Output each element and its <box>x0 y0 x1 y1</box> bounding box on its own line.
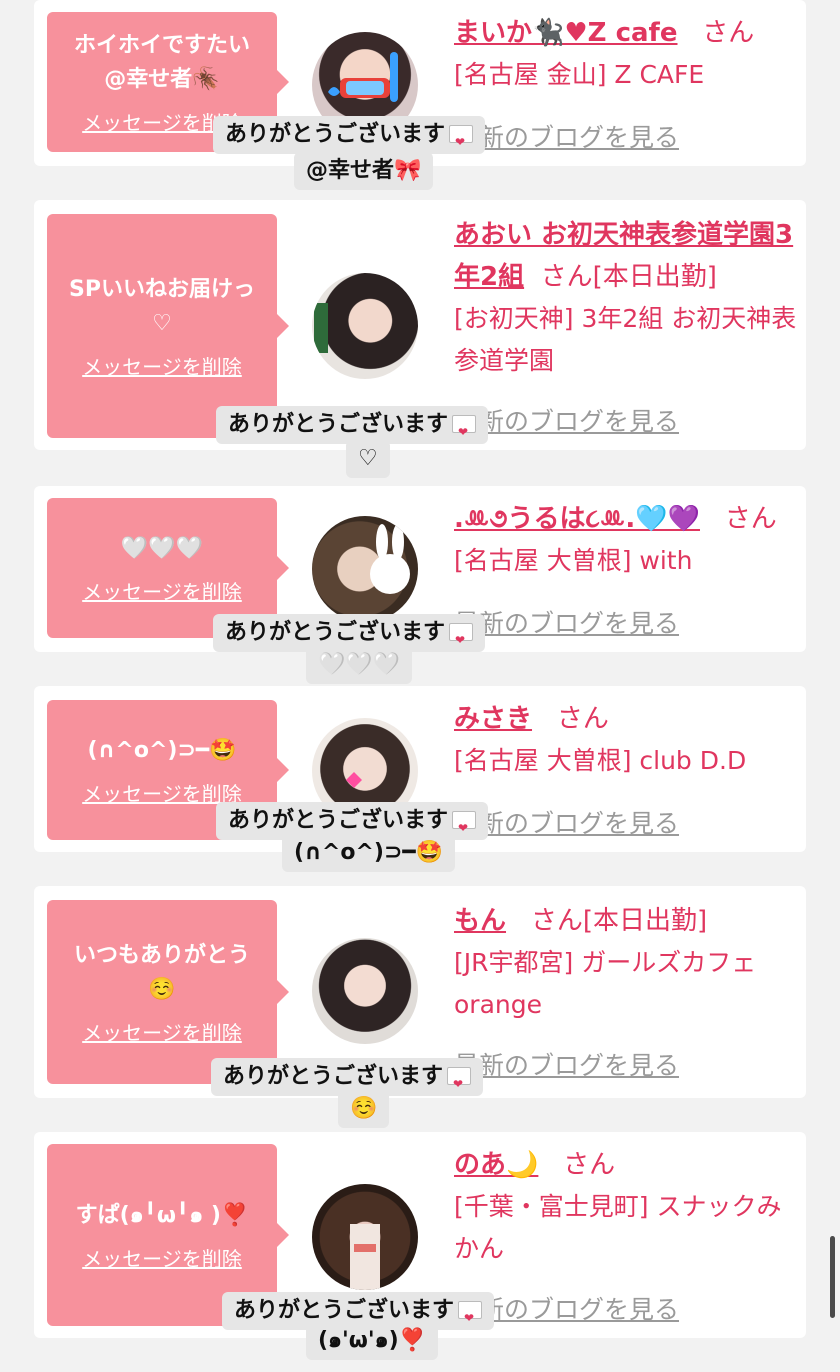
message-text: 🤍🤍🤍 <box>120 535 204 561</box>
shop-name: [千葉・富士見町] スナックみかん <box>454 1192 782 1263</box>
reply-message-emoji: 🤍🤍🤍 <box>306 646 413 684</box>
avatar[interactable] <box>312 273 418 379</box>
shop-name: [名古屋 金山] Z CAFE <box>454 60 705 89</box>
blog-link[interactable]: 最新のブログを見る <box>454 604 679 640</box>
shop-name: [JR宇都宮] ガールズカフェorange <box>454 948 757 1019</box>
scrollbar[interactable] <box>830 1236 835 1318</box>
delete-message-link[interactable]: メッセージを削除 <box>82 351 242 380</box>
message-text: すぱ(๑╹ω╹๑ )❣️ <box>75 1202 249 1228</box>
message-text: SPいいねお届けっ ♡ <box>69 276 255 336</box>
reply-message-emoji: ☺️ <box>338 1090 390 1128</box>
letter-icon <box>452 415 477 449</box>
avatar[interactable] <box>312 1184 418 1290</box>
girl-name-link[interactable]: まいか🐈‍⬛♥Z cafe <box>454 18 678 48</box>
shop-name: [お初天神] 3年2組 お初天神表参道学園 <box>454 304 797 375</box>
letter-icon <box>449 125 474 159</box>
letter-icon <box>449 623 474 657</box>
message-bubble: SPいいねお届けっ ♡ メッセージを削除 <box>47 214 289 438</box>
letter-icon <box>447 1067 472 1101</box>
reply-message-emoji: (∩^o^)⊃━🤩 <box>282 834 456 872</box>
reply-message: ありがとうございます <box>216 406 489 449</box>
girl-info: のあ🌙 さん [千葉・富士見町] スナックみかん <box>454 1144 799 1270</box>
message-text: ホイホイですたい @幸せ者🪳 <box>73 32 250 92</box>
delete-message-link[interactable]: メッセージを削除 <box>82 1243 242 1272</box>
delete-message-link[interactable]: メッセージを削除 <box>82 576 242 605</box>
reply-message-emoji: ♡ <box>346 440 390 478</box>
shop-name: [名古屋 大曽根] club D.D <box>454 746 747 775</box>
blog-link[interactable]: 最新のブログを見る <box>454 1046 679 1082</box>
letter-icon <box>458 1301 483 1335</box>
reply-message-emoji: (๑'ω'๑)❣️ <box>306 1322 439 1360</box>
girl-name-link[interactable]: みさき <box>454 704 532 734</box>
delete-message-link[interactable]: メッセージを削除 <box>82 1017 242 1046</box>
shop-name: [名古屋 大曽根] with <box>454 546 693 575</box>
blog-link[interactable]: 最新のブログを見る <box>454 118 679 154</box>
message-bubble: いつもありがとう ☺️ メッセージを削除 <box>47 900 289 1084</box>
girl-info: もん さん[本日出勤] [JR宇都宮] ガールズカフェorange <box>454 900 799 1026</box>
girl-info: みさき さん [名古屋 大曽根] club D.D <box>454 698 799 782</box>
reply-message: ありがとうございます <box>213 116 486 159</box>
avatar[interactable] <box>312 938 418 1044</box>
letter-icon <box>452 811 477 845</box>
girl-name-link[interactable]: .ꔛ૭うるは૮ꔛ.🩵💜 <box>454 504 700 534</box>
girl-info: あおい お初天神表参道学園3年2組 さん[本日出勤] [お初天神] 3年2組 お… <box>454 214 799 382</box>
message-text: いつもありがとう ☺️ <box>73 942 250 1002</box>
girl-info: まいか🐈‍⬛♥Z cafe さん [名古屋 金山] Z CAFE <box>454 12 799 96</box>
avatar[interactable] <box>312 516 418 622</box>
girl-name-link[interactable]: もん <box>454 906 506 936</box>
girl-info: .ꔛ૭うるは૮ꔛ.🩵💜 さん [名古屋 大曽根] with <box>454 498 799 582</box>
reply-message-emoji: @幸せ者🎀 <box>294 152 434 190</box>
girl-name-link[interactable]: のあ🌙 <box>454 1150 538 1180</box>
message-text: (∩^o^)⊃━🤩 <box>87 737 237 763</box>
